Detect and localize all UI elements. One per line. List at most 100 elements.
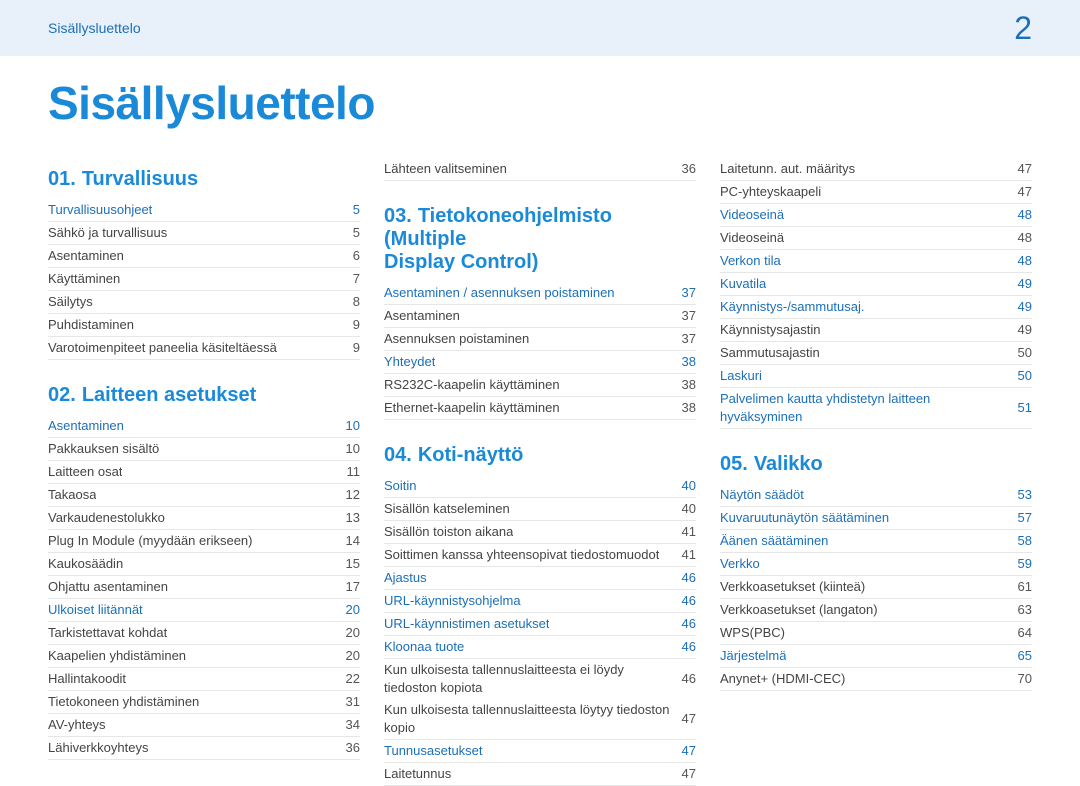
toc-row-label: Asentaminen / asennuksen poistaminen bbox=[384, 284, 615, 302]
toc-row[interactable]: Asennuksen poistaminen37 bbox=[384, 328, 696, 351]
toc-row-page: 20 bbox=[338, 624, 360, 642]
toc-row[interactable]: Ulkoiset liitännät20 bbox=[48, 599, 360, 622]
toc-row[interactable]: Tunnusasetukset47 bbox=[384, 740, 696, 763]
toc-row[interactable]: Varkaudenestolukko13 bbox=[48, 507, 360, 530]
toc-row-page: 34 bbox=[338, 716, 360, 734]
toc-row-label: Kaapelien yhdistäminen bbox=[48, 647, 186, 665]
toc-row-label: Laitetunn. aut. määritys bbox=[720, 160, 855, 178]
toc-row[interactable]: URL-käynnistysohjelma46 bbox=[384, 590, 696, 613]
toc-row[interactable]: Käynnistysajastin49 bbox=[720, 319, 1032, 342]
toc-row-page: 48 bbox=[1010, 206, 1032, 224]
toc-row[interactable]: Soittimen kanssa yhteensopivat tiedostom… bbox=[384, 544, 696, 567]
toc-row-page: 8 bbox=[345, 293, 360, 311]
toc-row[interactable]: Sisällön toiston aikana41 bbox=[384, 521, 696, 544]
toc-row-page: 50 bbox=[1010, 367, 1032, 385]
section-title-line2: Display Control) bbox=[384, 251, 538, 273]
toc-row[interactable]: PC-yhteyskaapeli47 bbox=[720, 181, 1032, 204]
section-num: 01. bbox=[48, 168, 76, 190]
toc-row[interactable]: Yhteydet38 bbox=[384, 351, 696, 374]
toc-row[interactable]: Puhdistaminen9 bbox=[48, 314, 360, 337]
toc-row[interactable]: Kun ulkoisesta tallennuslaitteesta löyty… bbox=[384, 699, 696, 740]
toc-row[interactable]: Verkkoasetukset (langaton)63 bbox=[720, 599, 1032, 622]
toc-row-label: WPS(PBC) bbox=[720, 624, 785, 642]
toc-row[interactable]: Verkon tila48 bbox=[720, 250, 1032, 273]
toc-row[interactable]: Kun ulkoisesta tallennuslaitteesta ei lö… bbox=[384, 659, 696, 699]
toc-row-page: 47 bbox=[674, 742, 696, 760]
toc-row[interactable]: Tarkistettavat kohdat20 bbox=[48, 622, 360, 645]
toc-row-label: Kun ulkoisesta tallennuslaitteesta löyty… bbox=[384, 701, 674, 737]
toc-row[interactable]: Verkkoasetukset (kiinteä)61 bbox=[720, 576, 1032, 599]
toc-row-label: Näytön säädöt bbox=[720, 486, 804, 504]
toc-row-page: 17 bbox=[338, 578, 360, 596]
toc-row[interactable]: Kaukosäädin15 bbox=[48, 553, 360, 576]
toc-row[interactable]: Kaapelien yhdistäminen20 bbox=[48, 645, 360, 668]
toc-row-page: 7 bbox=[345, 270, 360, 288]
toc-row-page: 49 bbox=[1010, 298, 1032, 316]
toc-column-2: Lähteen valitseminen36 03.Tietokoneohjel… bbox=[384, 158, 696, 786]
toc-row-label: Lähiverkkoyhteys bbox=[48, 739, 148, 757]
toc-row[interactable]: Kuvaruutunäytön säätäminen57 bbox=[720, 507, 1032, 530]
toc-row-label: Käynnistysajastin bbox=[720, 321, 820, 339]
toc-row[interactable]: Asentaminen / asennuksen poistaminen 37 bbox=[384, 282, 696, 305]
toc-row[interactable]: Hallintakoodit22 bbox=[48, 668, 360, 691]
toc-row[interactable]: URL-käynnistimen asetukset46 bbox=[384, 613, 696, 636]
toc-row[interactable]: Käynnistys-/sammutusaj.49 bbox=[720, 296, 1032, 319]
toc-row[interactable]: Äänen säätäminen58 bbox=[720, 530, 1032, 553]
toc-row[interactable]: Lähiverkkoyhteys36 bbox=[48, 737, 360, 760]
toc-row-page: 46 bbox=[674, 638, 696, 656]
toc-row[interactable]: Sammutusajastin50 bbox=[720, 342, 1032, 365]
toc-row-page: 46 bbox=[674, 569, 696, 587]
toc-row[interactable]: Videoseinä48 bbox=[720, 227, 1032, 250]
toc-row[interactable]: Palvelimen kautta yhdistetyn laitteen hy… bbox=[720, 388, 1032, 429]
toc-row[interactable]: Asentaminen37 bbox=[384, 305, 696, 328]
toc-row-page: 31 bbox=[338, 693, 360, 711]
toc-row[interactable]: Käyttäminen7 bbox=[48, 268, 360, 291]
toc-row[interactable]: Asentaminen10 bbox=[48, 415, 360, 438]
toc-row[interactable]: Ajastus46 bbox=[384, 567, 696, 590]
toc-row[interactable]: RS232C-kaapelin käyttäminen38 bbox=[384, 374, 696, 397]
toc-row[interactable]: Videoseinä48 bbox=[720, 204, 1032, 227]
toc-row-page: 9 bbox=[345, 339, 360, 357]
toc-row-label: Verkkoasetukset (langaton) bbox=[720, 601, 878, 619]
toc-row[interactable]: Verkko59 bbox=[720, 553, 1032, 576]
toc-row[interactable]: Kloonaa tuote46 bbox=[384, 636, 696, 659]
toc-row-label: Verkko bbox=[720, 555, 760, 573]
toc-row[interactable]: Laitetunnus47 bbox=[384, 763, 696, 786]
toc-row[interactable]: Laitetunn. aut. määritys47 bbox=[720, 158, 1032, 181]
toc-row-page: 41 bbox=[674, 546, 696, 564]
toc-row[interactable]: Soitin40 bbox=[384, 475, 696, 498]
toc-row[interactable]: Tietokoneen yhdistäminen31 bbox=[48, 691, 360, 714]
toc-row[interactable]: Säilytys8 bbox=[48, 291, 360, 314]
toc-row[interactable]: Laitteen osat11 bbox=[48, 461, 360, 484]
toc-row[interactable]: Sisällön katseleminen40 bbox=[384, 498, 696, 521]
toc-row[interactable]: Asentaminen6 bbox=[48, 245, 360, 268]
toc-row-label: Varkaudenestolukko bbox=[48, 509, 165, 527]
toc-row[interactable]: Järjestelmä65 bbox=[720, 645, 1032, 668]
breadcrumb: Sisällysluettelo bbox=[48, 20, 141, 36]
section-01-list: Turvallisuusohjeet5Sähkö ja turvallisuus… bbox=[48, 199, 360, 360]
toc-row-page: 37 bbox=[674, 284, 696, 302]
toc-row[interactable]: Plug In Module (myydään erikseen)14 bbox=[48, 530, 360, 553]
toc-row[interactable]: Näytön säädöt53 bbox=[720, 484, 1032, 507]
toc-row-page: 48 bbox=[1010, 252, 1032, 270]
toc-row[interactable]: Laskuri50 bbox=[720, 365, 1032, 388]
toc-row-page: 41 bbox=[674, 523, 696, 541]
toc-row-label: Kuvaruutunäytön säätäminen bbox=[720, 509, 889, 527]
toc-row[interactable]: Pakkauksen sisältö10 bbox=[48, 438, 360, 461]
toc-row[interactable]: Lähteen valitseminen36 bbox=[384, 158, 696, 181]
toc-row-label: Sähkö ja turvallisuus bbox=[48, 224, 167, 242]
toc-row[interactable]: Sähkö ja turvallisuus5 bbox=[48, 222, 360, 245]
toc-row[interactable]: Kuvatila49 bbox=[720, 273, 1032, 296]
toc-row[interactable]: Turvallisuusohjeet5 bbox=[48, 199, 360, 222]
toc-row-label: Laitteen osat bbox=[48, 463, 122, 481]
toc-row[interactable]: Anynet+ (HDMI-CEC)70 bbox=[720, 668, 1032, 691]
toc-row-label: Asentaminen bbox=[384, 307, 460, 325]
toc-row-page: 58 bbox=[1010, 532, 1032, 550]
toc-row[interactable]: Takaosa12 bbox=[48, 484, 360, 507]
toc-row[interactable]: Ohjattu asentaminen17 bbox=[48, 576, 360, 599]
toc-row[interactable]: WPS(PBC)64 bbox=[720, 622, 1032, 645]
toc-row[interactable]: Ethernet-kaapelin käyttäminen38 bbox=[384, 397, 696, 420]
toc-row[interactable]: Varotoimenpiteet paneelia käsiteltäessä9 bbox=[48, 337, 360, 360]
toc-row[interactable]: AV-yhteys34 bbox=[48, 714, 360, 737]
section-title: Laitteen asetukset bbox=[82, 384, 257, 406]
